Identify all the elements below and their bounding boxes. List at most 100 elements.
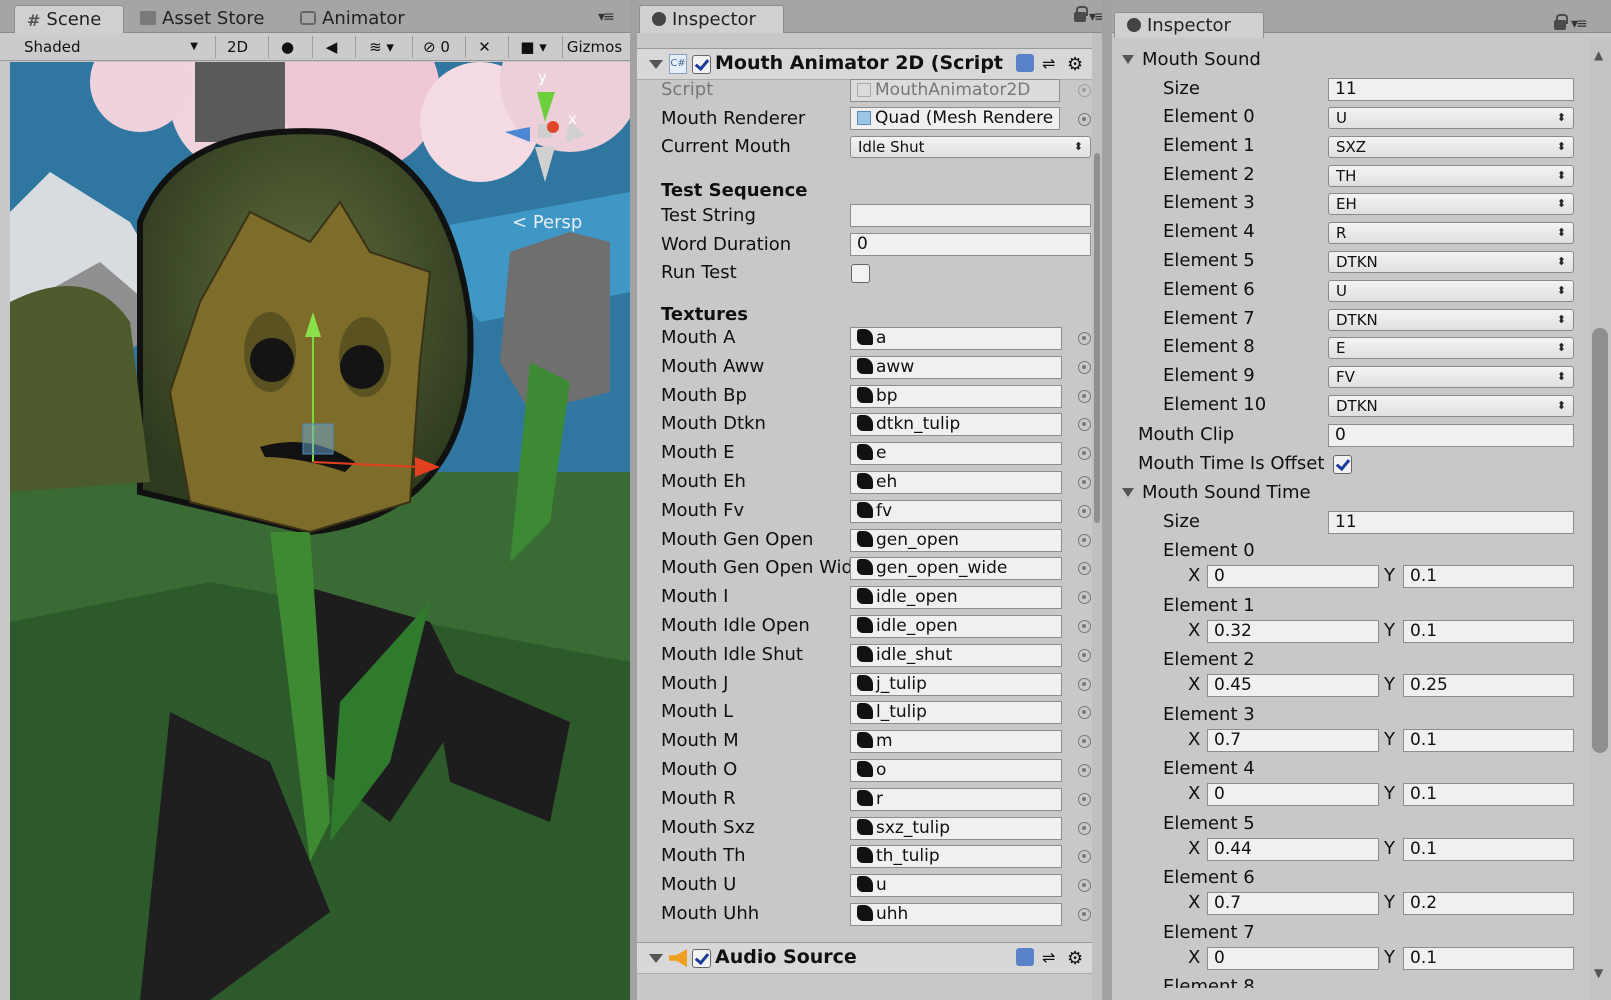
gizmos-dropdown[interactable]: Gizmos	[562, 36, 626, 58]
tab-asset-store[interactable]: Asset Store	[128, 5, 277, 33]
tools-toggle-button[interactable]: ✕	[465, 36, 503, 58]
mouth-clip-input[interactable]: 0	[1328, 424, 1574, 447]
texture-field[interactable]: eh	[850, 471, 1062, 494]
y-input[interactable]: 0.1	[1403, 837, 1574, 861]
mouth-renderer-field[interactable]: Quad (Mesh Rendere	[850, 107, 1060, 130]
texture-field[interactable]: gen_open_wide	[850, 557, 1062, 581]
texture-field[interactable]: j_tulip	[850, 672, 1062, 696]
object-picker-icon[interactable]	[1078, 821, 1091, 835]
presets-icon[interactable]: ⇌	[1042, 54, 1060, 73]
object-picker-icon[interactable]	[1078, 447, 1091, 461]
x-input[interactable]: 0	[1207, 946, 1379, 970]
word-duration-input[interactable]: 0	[850, 233, 1091, 256]
texture-field[interactable]: gen_open	[850, 528, 1062, 552]
2d-toggle-button[interactable]: 2D	[215, 36, 259, 58]
tab-animator[interactable]: Animator	[288, 5, 417, 33]
object-picker-icon[interactable]	[1078, 735, 1091, 749]
panel-menu-icon[interactable]: ▾≡	[1571, 16, 1588, 32]
scroll-down-icon[interactable]: ▼	[1594, 966, 1603, 980]
effects-dropdown[interactable]: ≋ ▾	[355, 36, 407, 58]
object-picker-icon[interactable]	[1078, 850, 1091, 864]
object-picker-icon[interactable]	[1078, 620, 1091, 633]
texture-field[interactable]: uhh	[850, 903, 1062, 926]
x-input[interactable]: 0	[1207, 783, 1379, 806]
x-input[interactable]: 0.7	[1207, 728, 1379, 752]
texture-field[interactable]: a	[850, 327, 1062, 350]
object-picker-icon[interactable]	[1078, 792, 1091, 806]
run-test-checkbox[interactable]	[851, 264, 870, 283]
object-picker-icon[interactable]	[1078, 764, 1091, 777]
y-input[interactable]: 0.1	[1403, 783, 1574, 806]
mouth-sound-element-dropdown[interactable]: FV ⬍	[1328, 366, 1574, 389]
panel-menu-icon[interactable]: ▾≡	[1089, 9, 1102, 25]
mouth-sound-time-foldout[interactable]: Mouth Sound Time	[1122, 480, 1311, 506]
x-input[interactable]: 0.44	[1207, 837, 1379, 861]
object-picker-icon[interactable]	[1078, 113, 1091, 126]
texture-field[interactable]: o	[850, 759, 1062, 782]
x-input[interactable]: 0	[1207, 565, 1379, 588]
foldout-arrow-icon[interactable]	[649, 954, 663, 963]
mouth-sound-time-size-input[interactable]: 11	[1328, 511, 1574, 534]
projection-toggle[interactable]: < Persp	[512, 212, 582, 233]
x-input[interactable]: 0.45	[1207, 674, 1379, 697]
texture-field[interactable]: u	[850, 874, 1062, 898]
hidden-objects-toggle[interactable]: ⊘ 0	[412, 36, 460, 58]
test-string-input[interactable]	[850, 204, 1091, 227]
object-picker-icon[interactable]	[1078, 879, 1091, 893]
tab-inspector[interactable]: Inspector	[639, 5, 784, 33]
object-picker-icon[interactable]	[1078, 706, 1091, 720]
object-picker-icon[interactable]	[1078, 533, 1091, 547]
component-enabled-checkbox[interactable]	[692, 55, 711, 74]
inspector-scrollbar[interactable]: ▲ ▼	[1589, 38, 1611, 1000]
inspector-scrollbar[interactable]	[1092, 33, 1102, 1000]
mouth-sound-foldout[interactable]: Mouth Sound	[1122, 47, 1261, 73]
camera-dropdown[interactable]: ■ ▾	[508, 36, 558, 58]
gear-icon[interactable]: ⚙	[1067, 948, 1085, 969]
object-picker-icon[interactable]	[1078, 562, 1091, 576]
object-picker-icon[interactable]	[1078, 418, 1091, 432]
object-picker-icon[interactable]	[1078, 504, 1091, 518]
texture-field[interactable]: fv	[850, 499, 1062, 523]
texture-field[interactable]: m	[850, 730, 1062, 754]
y-input[interactable]: 0.25	[1403, 674, 1574, 697]
mouth-sound-element-dropdown[interactable]: DTKN ⬍	[1328, 251, 1574, 273]
panel-menu-icon[interactable]: ▾≡	[598, 9, 615, 25]
texture-field[interactable]: th_tulip	[850, 845, 1062, 869]
texture-field[interactable]: idle_open	[850, 586, 1062, 610]
texture-field[interactable]: aww	[850, 355, 1062, 379]
texture-field[interactable]: e	[850, 442, 1062, 466]
mouth-sound-element-dropdown[interactable]: E ⬍	[1328, 337, 1574, 360]
scrollbar-thumb[interactable]	[1094, 153, 1100, 523]
foldout-arrow-icon[interactable]	[649, 60, 663, 69]
help-icon[interactable]	[1016, 54, 1034, 72]
x-input[interactable]: 0.7	[1207, 892, 1379, 915]
texture-field[interactable]: sxz_tulip	[850, 816, 1062, 840]
mouth-sound-element-dropdown[interactable]: EH ⬍	[1328, 193, 1574, 216]
current-mouth-dropdown[interactable]: Idle Shut ⬍	[850, 136, 1091, 158]
audio-source-header[interactable]: Audio Source ⇌ ⚙	[637, 942, 1092, 974]
lock-icon[interactable]	[1074, 6, 1088, 22]
mouth-sound-element-dropdown[interactable]: R ⬍	[1328, 222, 1574, 245]
texture-field[interactable]: r	[850, 787, 1062, 811]
mouth-sound-element-dropdown[interactable]: TH ⬍	[1328, 164, 1574, 187]
lighting-toggle-button[interactable]: ●	[268, 36, 306, 58]
gear-icon[interactable]: ⚙	[1067, 54, 1085, 75]
tab-scene[interactable]: # Scene	[14, 5, 124, 33]
x-input[interactable]: 0.32	[1207, 619, 1379, 643]
texture-field[interactable]: idle_open	[850, 615, 1062, 638]
mouth-sound-element-dropdown[interactable]: DTKN ⬍	[1328, 395, 1574, 417]
object-picker-icon[interactable]	[1078, 332, 1091, 345]
mouth-sound-element-dropdown[interactable]: SXZ ⬍	[1328, 135, 1574, 158]
texture-field[interactable]: dtkn_tulip	[850, 413, 1062, 437]
y-input[interactable]: 0.2	[1403, 892, 1574, 915]
mouth-sound-element-dropdown[interactable]: U ⬍	[1328, 107, 1574, 129]
y-input[interactable]: 0.1	[1403, 946, 1574, 970]
audio-toggle-button[interactable]: ◀	[312, 36, 350, 58]
object-picker-icon[interactable]	[1078, 908, 1091, 921]
help-icon[interactable]	[1016, 948, 1034, 966]
texture-field[interactable]: bp	[850, 384, 1062, 408]
tab-inspector[interactable]: Inspector	[1114, 12, 1264, 38]
object-picker-icon[interactable]	[1078, 591, 1091, 605]
scrollbar-thumb[interactable]	[1592, 328, 1608, 753]
audio-source-enabled-checkbox[interactable]	[692, 949, 711, 968]
